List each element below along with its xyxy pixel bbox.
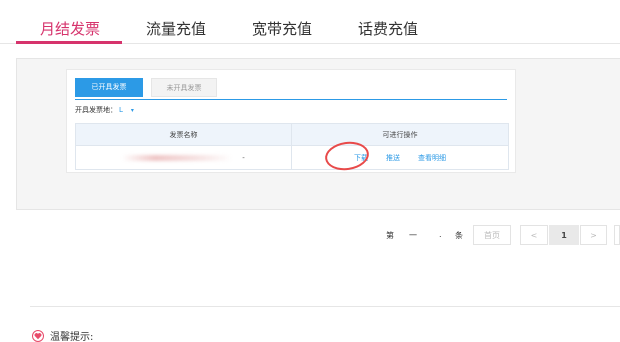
inner-tab-unissued[interactable]: 未开具发票 (151, 78, 217, 97)
tab-monthly-invoice[interactable]: 月结发票 (40, 18, 100, 39)
filter-label: 开具发票地： (75, 106, 117, 114)
table-row: - 下载 推送 查看明细 (76, 146, 508, 169)
current-page[interactable]: 1 (549, 225, 579, 245)
prev-page-button[interactable]: < (520, 225, 548, 245)
invoice-table: 发票名称 可进行操作 - 下载 推送 查看明细 (75, 123, 509, 170)
invoice-dash: - (242, 153, 245, 162)
tab-broadband-recharge[interactable]: 宽带充值 (252, 18, 312, 39)
push-link[interactable]: 推送 (386, 153, 400, 163)
tip-label: 温馨提示: (50, 332, 94, 342)
page-input[interactable] (614, 225, 620, 245)
tab-data-recharge[interactable]: 流量充值 (146, 18, 206, 39)
pager-middle: 一 (409, 231, 417, 240)
top-tab-bar: 月结发票 流量充值 宽带充值 话费充值 (0, 0, 620, 44)
header-actions: 可进行操作 (382, 130, 418, 139)
inner-tab-issued[interactable]: 已开具发票 (75, 78, 143, 97)
redacted-text (122, 154, 233, 161)
pager-suffix: 条 (455, 231, 463, 240)
warm-tip: 温馨提示: (32, 328, 93, 342)
invoice-location-filter: 开具发票地： L ▾ (75, 105, 134, 115)
filter-value[interactable]: L (119, 106, 123, 114)
active-tab-underline (16, 41, 122, 44)
pager-prefix: 第 (386, 231, 394, 240)
inner-tab-line (75, 99, 507, 100)
section-divider (30, 306, 620, 307)
header-invoice-name: 发票名称 (76, 124, 292, 145)
first-page-button[interactable]: 首页 (473, 225, 511, 245)
table-header: 发票名称 可进行操作 (76, 124, 508, 146)
pager-sep: . (439, 230, 442, 239)
tab-phone-recharge[interactable]: 话费充值 (358, 18, 418, 39)
invoice-screenshot: 已开具发票 未开具发票 开具发票地： L ▾ 发票名称 可进行操作 - 下载 推送 … (66, 69, 516, 173)
heart-icon (32, 329, 44, 342)
view-details-link[interactable]: 查看明细 (418, 153, 446, 163)
next-page-button[interactable]: > (580, 225, 607, 245)
invoice-name-cell: - (76, 146, 292, 169)
chevron-down-icon[interactable]: ▾ (131, 107, 134, 114)
